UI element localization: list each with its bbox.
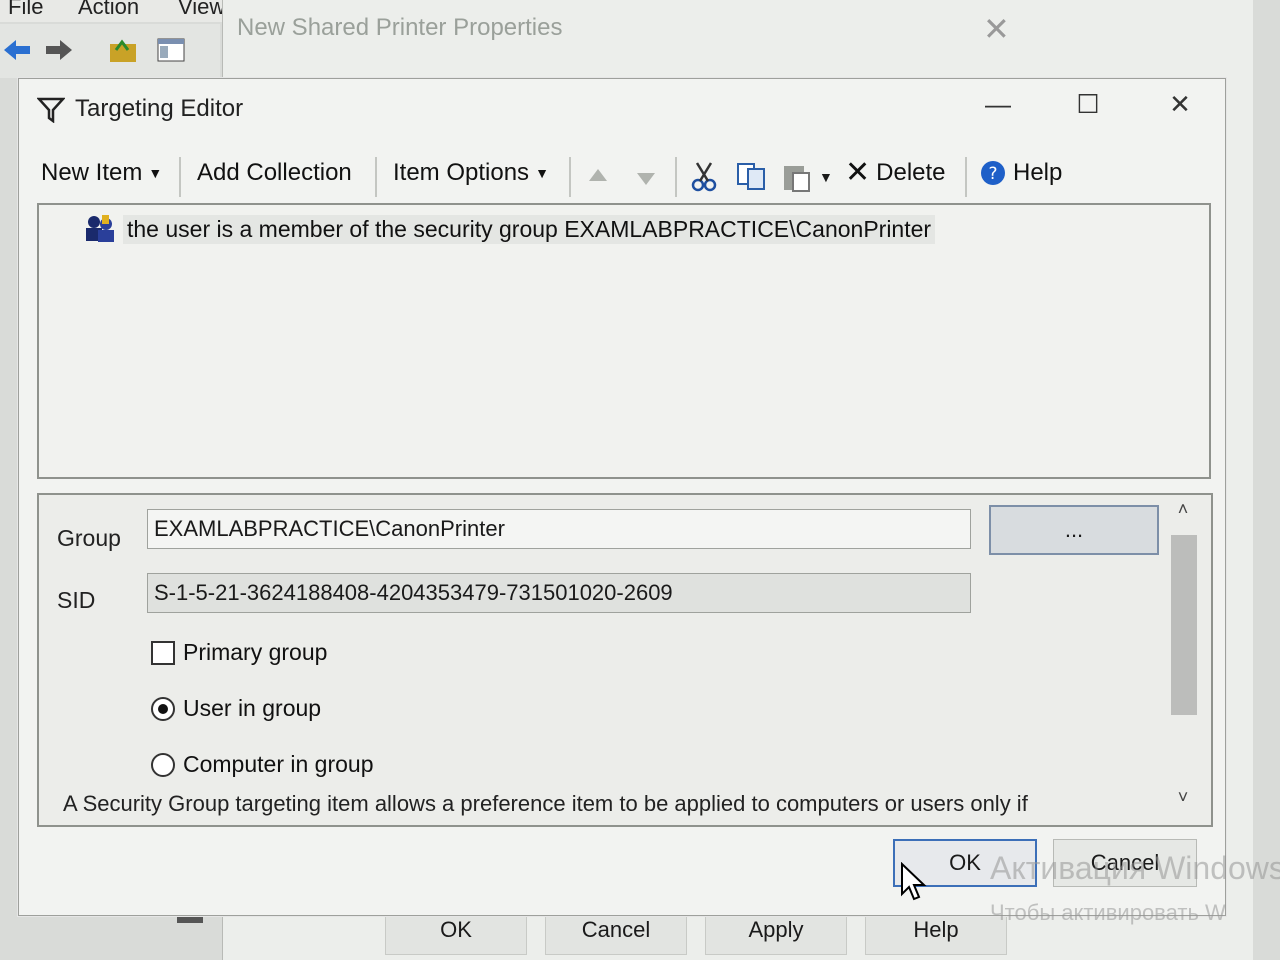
delete-button[interactable]: ✕ Delete: [845, 156, 946, 189]
paste-icon[interactable]: [781, 161, 813, 193]
toolbar-separator: [179, 157, 181, 197]
add-collection-button[interactable]: Add Collection: [197, 159, 352, 187]
background-toolbar: [0, 24, 220, 78]
delete-icon: ✕: [845, 156, 871, 189]
item-options-label: Item Options: [393, 159, 530, 186]
console-tree-icon[interactable]: [156, 36, 186, 64]
menu-file[interactable]: File: [8, 0, 43, 20]
new-item-menu[interactable]: New Item ▼: [41, 159, 162, 187]
close-button[interactable]: ✕: [1155, 89, 1205, 120]
browse-group-button[interactable]: ...: [989, 505, 1159, 555]
chevron-down-icon[interactable]: ˅: [1169, 787, 1197, 808]
mouse-cursor-icon: [901, 862, 927, 901]
forward-arrow-icon[interactable]: [44, 36, 74, 64]
item-options-menu[interactable]: Item Options ▼: [393, 159, 549, 187]
filter-icon: [37, 97, 65, 123]
item-description: A Security Group targeting item allows a…: [63, 791, 1028, 816]
properties-close-icon[interactable]: ✕: [983, 10, 1010, 48]
help-button[interactable]: ? Help: [979, 159, 1062, 187]
security-group-icon: [86, 215, 114, 242]
user-in-group-radio[interactable]: User in group: [151, 695, 321, 722]
chevron-down-icon: ▼: [148, 165, 163, 181]
sid-label: SID: [57, 587, 96, 613]
editor-title: Targeting Editor: [75, 95, 244, 122]
properties-dialog-title: New Shared Printer Properties: [237, 14, 563, 41]
menu-view[interactable]: View: [178, 0, 225, 20]
computer-in-group-radio[interactable]: Computer in group: [151, 751, 374, 778]
toolbar-separator: [675, 157, 677, 197]
details-scrollbar[interactable]: ˄ ˅: [1169, 499, 1197, 819]
help-icon: ?: [981, 161, 1005, 185]
targeting-editor-window: Targeting Editor — ☐ ✕ New Item ▼ Add Co…: [18, 78, 1226, 916]
targeting-item-security-group[interactable]: the user is a member of the security gro…: [123, 215, 936, 244]
chevron-up-icon[interactable]: ˄: [1169, 499, 1197, 520]
folder-up-icon[interactable]: [108, 36, 138, 64]
targeting-items-pane: the user is a member of the security gro…: [37, 203, 1211, 479]
group-field[interactable]: EXAMLABPRACTICE\CanonPrinter: [147, 509, 971, 549]
move-down-icon[interactable]: [633, 165, 659, 189]
toolbar-separator: [569, 157, 571, 197]
maximize-button[interactable]: ☐: [1063, 89, 1113, 120]
scrollbar-thumb[interactable]: [1171, 535, 1197, 715]
chevron-down-icon: ▼: [535, 165, 549, 181]
minimize-button[interactable]: —: [973, 89, 1023, 120]
chevron-down-icon[interactable]: ▼: [819, 169, 833, 185]
delete-label: Delete: [876, 159, 946, 186]
cut-icon[interactable]: [689, 161, 719, 193]
new-item-label: New Item: [41, 159, 143, 186]
computer-in-group-label: Computer in group: [183, 751, 374, 777]
group-label: Group: [57, 525, 121, 551]
item-details-pane: Group EXAMLABPRACTICE\CanonPrinter ... S…: [37, 493, 1213, 827]
primary-group-label: Primary group: [183, 639, 328, 665]
toolbar-separator: [375, 157, 377, 197]
activation-watermark-subtext: Чтобы активировать W: [990, 900, 1226, 925]
radio-unselected: [151, 752, 175, 777]
editor-toolbar: New Item ▼ Add Collection Item Options ▼…: [33, 151, 1213, 201]
primary-group-checkbox[interactable]: Primary group: [151, 639, 327, 666]
move-up-icon[interactable]: [585, 165, 611, 189]
activation-watermark: Активация Windows: [990, 850, 1280, 886]
copy-icon[interactable]: [735, 161, 769, 191]
user-in-group-label: User in group: [183, 695, 322, 721]
help-label: Help: [1013, 159, 1063, 186]
toolbar-separator: [965, 157, 967, 197]
sid-field[interactable]: S-1-5-21-3624188408-4204353479-731501020…: [147, 573, 971, 613]
svg-text:?: ?: [988, 164, 997, 184]
radio-selected: [151, 696, 175, 721]
menu-action[interactable]: Action: [78, 0, 139, 20]
back-arrow-icon[interactable]: [2, 36, 32, 64]
background-menubar: File Action View: [0, 0, 230, 22]
checkbox-box: [151, 640, 175, 665]
